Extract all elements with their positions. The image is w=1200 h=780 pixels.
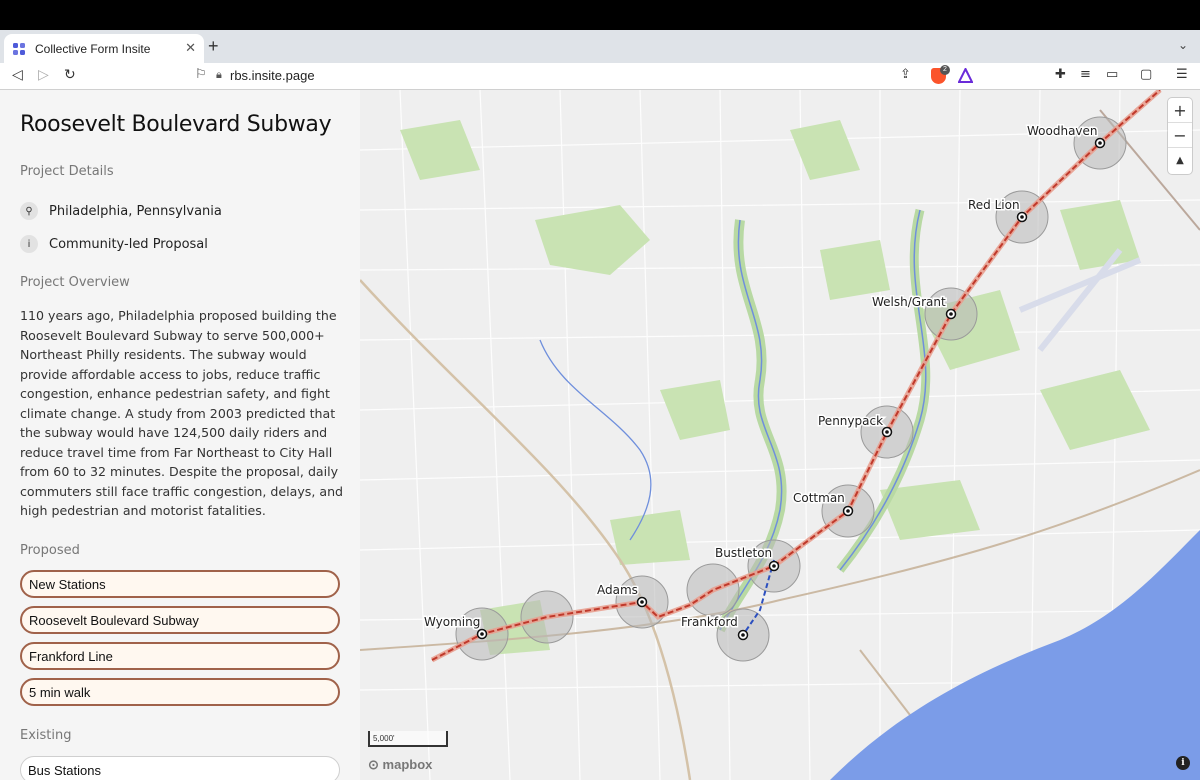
tab-strip: Collective Form Insite ✕ + ⌄	[0, 30, 1200, 63]
project-sidebar: Roosevelt Boulevard Subway Project Detai…	[0, 90, 360, 780]
bookmark-icon[interactable]: ⚐	[195, 67, 207, 82]
layer-toggle-subway[interactable]: Roosevelt Boulevard Subway	[20, 606, 340, 634]
favicon-icon	[13, 42, 25, 55]
proposed-heading: Proposed	[20, 543, 80, 558]
station-wyoming[interactable]	[476, 628, 488, 640]
station-label-pennypack: Pennypack	[818, 414, 883, 428]
location-text: Philadelphia, Pennsylvania	[49, 203, 222, 219]
back-icon[interactable]: ◁	[12, 67, 23, 83]
tab-title: Collective Form Insite	[35, 41, 151, 56]
station-cottman[interactable]	[842, 505, 854, 517]
map-svg[interactable]: Woodhaven Red Lion Welsh/Grant Pennypack…	[360, 90, 1200, 780]
station-label-welsh-grant: Welsh/Grant	[872, 295, 946, 309]
layer-toggle-frankford-line[interactable]: Frankford Line	[20, 642, 340, 670]
station-label-wyoming: Wyoming	[424, 615, 480, 629]
wallet-icon[interactable]: ▢	[1140, 67, 1152, 82]
station-bustleton[interactable]	[768, 560, 780, 572]
tab-list-chevron-icon[interactable]: ⌄	[1178, 38, 1188, 52]
station-pennypack[interactable]	[881, 426, 893, 438]
reload-icon[interactable]: ↻	[64, 67, 76, 83]
location-pin-icon: ⚲	[20, 202, 38, 220]
existing-heading: Existing	[20, 728, 72, 743]
zoom-in-button[interactable]: +	[1168, 98, 1192, 123]
station-label-cottman: Cottman	[793, 491, 845, 505]
address-bar[interactable]: rbs.insite.page	[230, 68, 315, 83]
new-tab-icon[interactable]: +	[208, 36, 219, 57]
station-adams[interactable]	[636, 596, 648, 608]
info-icon: i	[20, 235, 38, 253]
close-tab-icon[interactable]: ✕	[185, 41, 196, 56]
layer-toggle-walk-radius[interactable]: 5 min walk	[20, 678, 340, 706]
menu-icon[interactable]: ☰	[1176, 67, 1188, 82]
mapbox-logo-text: mapbox	[382, 757, 433, 772]
zoom-out-button[interactable]: −	[1168, 123, 1192, 148]
layer-toggle-new-stations[interactable]: New Stations	[20, 570, 340, 598]
project-overview-heading: Project Overview	[20, 275, 130, 290]
zoom-control: + − ▲	[1168, 98, 1192, 174]
compass-button[interactable]: ▲	[1168, 148, 1192, 173]
proposal-type-text: Community-led Proposal	[49, 236, 208, 252]
share-icon[interactable]: ⇪	[900, 67, 911, 82]
browser-toolbar: ◁ ▷ ↻ ⚐ 🔒︎ rbs.insite.page ⇪ 2 ✚ ≡ ▭ ▢ ☰	[0, 63, 1200, 90]
station-label-red-lion: Red Lion	[968, 198, 1020, 212]
browser-tab[interactable]: Collective Form Insite ✕	[4, 34, 204, 63]
shield-count-badge: 2	[940, 65, 950, 75]
attribution-info-icon[interactable]: i	[1176, 756, 1190, 770]
station-welsh-grant[interactable]	[945, 308, 957, 320]
sidebar-toggle-icon[interactable]: ▭	[1106, 67, 1118, 82]
layer-toggle-bus-stations[interactable]: Bus Stations	[20, 756, 340, 780]
lock-icon[interactable]: 🔒︎	[216, 68, 222, 82]
forward-icon[interactable]: ▷	[38, 67, 49, 83]
mapbox-logo-icon: ⊙	[368, 757, 379, 772]
scale-bar: 5,000'	[368, 731, 448, 747]
station-label-bustleton: Bustleton	[715, 546, 772, 560]
project-details-heading: Project Details	[20, 164, 114, 179]
location-row: ⚲ Philadelphia, Pennsylvania	[20, 202, 222, 220]
station-label-frankford: Frankford	[681, 615, 738, 629]
overview-paragraph: 110 years ago, Philadelphia proposed bui…	[20, 308, 344, 518]
proposal-type-row: i Community-led Proposal	[20, 235, 208, 253]
map-canvas[interactable]: Woodhaven Red Lion Welsh/Grant Pennypack…	[360, 90, 1200, 780]
rewards-icon[interactable]	[958, 68, 973, 83]
extensions-icon[interactable]: ✚	[1055, 67, 1066, 82]
station-label-adams: Adams	[597, 583, 638, 597]
station-woodhaven[interactable]	[1094, 137, 1106, 149]
station-red-lion[interactable]	[1016, 211, 1028, 223]
mapbox-logo[interactable]: ⊙ mapbox	[368, 757, 432, 773]
os-menu-bar	[0, 0, 1200, 30]
playlist-icon[interactable]: ≡	[1080, 67, 1091, 82]
station-label-woodhaven: Woodhaven	[1027, 124, 1098, 138]
page-title: Roosevelt Boulevard Subway	[20, 112, 332, 137]
station-frankford[interactable]	[737, 629, 749, 641]
